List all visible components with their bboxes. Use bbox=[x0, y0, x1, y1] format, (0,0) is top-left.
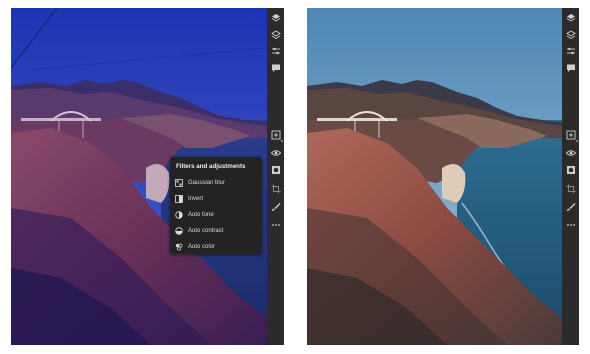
comments-icon[interactable] bbox=[564, 61, 578, 75]
brush-icon[interactable] bbox=[269, 200, 283, 214]
menu-item-label: Auto contrast bbox=[188, 228, 224, 234]
blur-icon bbox=[175, 179, 183, 187]
after-photo bbox=[307, 8, 562, 345]
right-toolbar bbox=[562, 8, 579, 345]
menu-item-auto-color[interactable]: Auto color bbox=[175, 241, 259, 253]
crop-icon[interactable] bbox=[564, 182, 578, 196]
menu-item-label: Invert bbox=[188, 196, 204, 202]
layers-icon[interactable] bbox=[564, 11, 578, 25]
invert-icon bbox=[175, 195, 183, 203]
menu-item-auto-contrast[interactable]: Auto contrast bbox=[175, 225, 259, 237]
menu-item-label: Gaussian blur bbox=[188, 180, 226, 186]
adjustments-icon[interactable] bbox=[269, 44, 283, 58]
adjustments-icon[interactable] bbox=[564, 44, 578, 58]
menu-item-invert[interactable]: Invert bbox=[175, 193, 259, 205]
menu-item-label: Auto color bbox=[188, 244, 216, 250]
comments-icon[interactable] bbox=[269, 61, 283, 75]
menu-item-auto-tone[interactable]: Auto tone bbox=[175, 209, 259, 221]
visibility-eye-icon[interactable] bbox=[564, 146, 578, 160]
auto-color-icon bbox=[175, 243, 183, 251]
submenu-indicator bbox=[281, 140, 283, 142]
before-image-panel: Filters and adjustments Gaussian blur In… bbox=[11, 8, 267, 345]
filters-adjustments-menu: Filters and adjustments Gaussian blur In… bbox=[170, 157, 262, 254]
mask-icon[interactable] bbox=[269, 163, 283, 177]
visibility-eye-icon[interactable] bbox=[269, 146, 283, 160]
layer-properties-icon[interactable] bbox=[269, 28, 283, 42]
brush-icon[interactable] bbox=[564, 200, 578, 214]
layer-properties-icon[interactable] bbox=[564, 28, 578, 42]
menu-item-gaussian-blur[interactable]: Gaussian blur bbox=[175, 177, 259, 189]
more-options-icon[interactable] bbox=[269, 218, 283, 232]
auto-tone-icon bbox=[175, 211, 183, 219]
menu-title: Filters and adjustments bbox=[176, 163, 246, 170]
auto-contrast-icon bbox=[175, 227, 183, 235]
mask-icon[interactable] bbox=[564, 163, 578, 177]
left-toolbar bbox=[267, 8, 284, 345]
submenu-indicator bbox=[576, 140, 578, 142]
crop-icon[interactable] bbox=[269, 182, 283, 196]
menu-item-label: Auto tone bbox=[188, 212, 214, 218]
after-image-panel bbox=[307, 8, 562, 345]
layers-icon[interactable] bbox=[269, 11, 283, 25]
more-options-icon[interactable] bbox=[564, 218, 578, 232]
